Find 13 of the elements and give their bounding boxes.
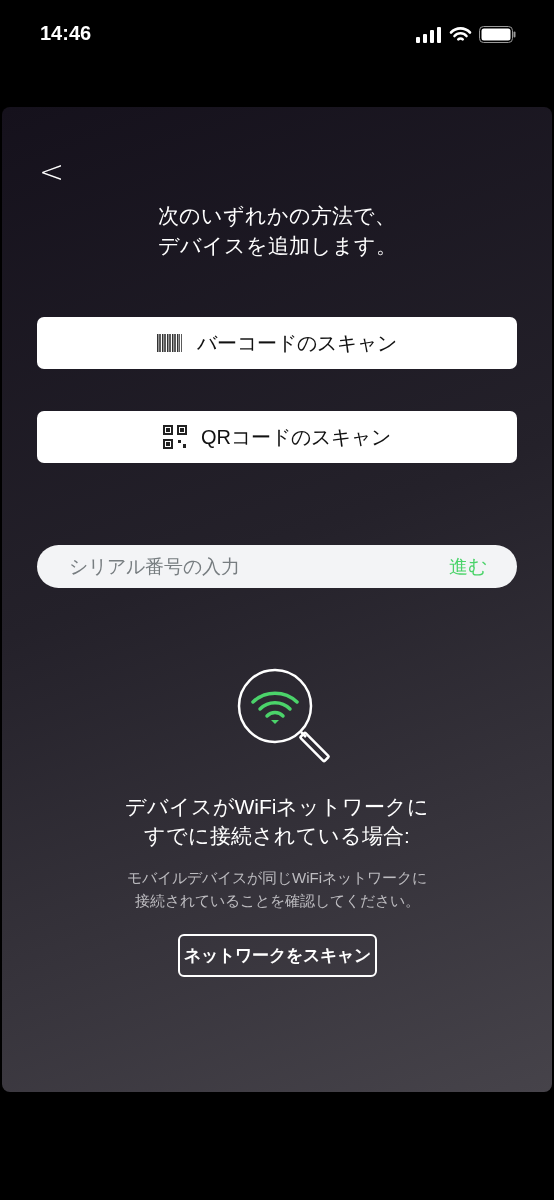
signal-icon xyxy=(416,26,442,43)
qr-code-icon xyxy=(163,425,187,449)
scan-option-button[interactable]: バーコードのスキャン xyxy=(37,317,517,369)
page-title: 次のいずれかの方法で、 デバイスを追加します。 xyxy=(157,203,397,259)
wifi-icon xyxy=(449,26,472,43)
scan-network-button[interactable]: ネットワークをスキャン xyxy=(177,934,377,977)
back-button[interactable]: < xyxy=(39,157,65,187)
barcode-icon xyxy=(157,334,183,352)
battery-icon xyxy=(479,26,516,43)
status-time: 14:46 xyxy=(40,22,92,45)
wifi-heading: デバイスがWiFiネットワークに すでに接続されている場合: xyxy=(124,794,430,849)
wifi-note: モバイルデバイスが同じWiFiネットワークに 接続されていることを確認してください。 xyxy=(127,868,427,911)
scan-option-button[interactable]: QRコードのスキャン xyxy=(37,411,517,463)
